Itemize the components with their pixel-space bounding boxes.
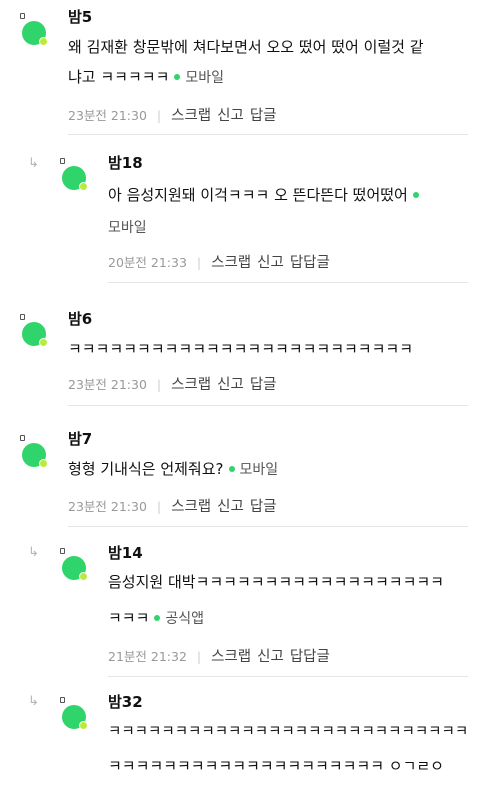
reply-button[interactable]: 답글 <box>250 377 277 393</box>
avatar-icon[interactable] <box>20 13 54 47</box>
comment-text: 아 음성지원돼 이걱ㅋㅋㅋ 오 뜬다뜬다 떴어떴어 <box>108 180 424 210</box>
source-dot-icon <box>174 73 181 80</box>
comment-text: 모바일 <box>108 212 147 243</box>
comment-meta: 20분전 21:33 | 스크랩 신고 답답글 <box>108 251 336 272</box>
scrap-button[interactable]: 스크랩 <box>171 377 211 393</box>
comment-source: 모바일 <box>185 70 225 86</box>
comment-text: ㅋㅋㅋ 공식앱 <box>108 603 204 634</box>
comment-text: 음성지원 대박ㅋㅋㅋㅋㅋㅋㅋㅋㅋㅋㅋㅋㅋㅋㅋㅋㅋㅋ <box>108 567 444 597</box>
avatar-icon[interactable] <box>60 158 94 192</box>
comment-time: 23분전 21:30 <box>68 377 147 392</box>
comment-text: ㅋㅋㅋㅋㅋㅋㅋㅋㅋㅋㅋㅋㅋㅋㅋㅋㅋㅋㅋㅋ ㅇㄱㄹㅇ <box>108 751 444 781</box>
report-button[interactable]: 신고 <box>217 377 244 393</box>
comment-text-line: ㅋㅋㅋ <box>108 609 150 627</box>
comment-meta: 23분전 21:30 | 스크랩 신고 답글 <box>68 495 283 516</box>
comment-nickname[interactable]: 밤5 <box>68 6 92 27</box>
divider-bar: | <box>196 649 202 664</box>
comment-divider <box>108 282 468 283</box>
source-dot-icon <box>228 465 235 472</box>
comment-meta: 21분전 21:32 | 스크랩 신고 답답글 <box>108 645 336 666</box>
comment-text-line: ㅋㅋㅋㅋㅋㅋㅋㅋㅋㅋㅋㅋㅋㅋㅋㅋㅋㅋㅋㅋㅋㅋㅋㅋㅋ <box>68 340 414 358</box>
divider-bar: | <box>156 108 162 123</box>
comment-text: 냐고 ㅋㅋㅋㅋㅋ 모바일 <box>68 62 224 93</box>
avatar-icon[interactable] <box>60 697 94 731</box>
reply-button[interactable]: 답답글 <box>290 255 330 271</box>
source-dot-icon <box>154 614 161 621</box>
comment-nickname[interactable]: 밤18 <box>108 152 143 173</box>
comment-text: 형형 기내식은 언제줘요? 모바일 <box>68 454 278 485</box>
comment-nickname[interactable]: 밤6 <box>68 308 92 329</box>
comment-text: ㅋㅋㅋㅋㅋㅋㅋㅋㅋㅋㅋㅋㅋㅋㅋㅋㅋㅋㅋㅋㅋㅋㅋㅋㅋㅋㅋ <box>108 717 468 747</box>
comment-time: 23분전 21:30 <box>68 499 147 514</box>
report-button[interactable]: 신고 <box>257 649 284 665</box>
comment-text: ㅋㅋㅋㅋㅋㅋㅋㅋㅋㅋㅋㅋㅋㅋㅋㅋㅋㅋㅋㅋㅋㅋㅋㅋㅋ <box>68 334 413 364</box>
reply-arrow-icon: ↳ <box>28 694 39 709</box>
divider-bar: | <box>156 377 162 392</box>
divider-bar: | <box>196 255 202 270</box>
comment-text-line: 음성지원 대박ㅋㅋㅋㅋㅋㅋㅋㅋㅋㅋㅋㅋㅋㅋㅋㅋㅋㅋ <box>108 573 444 591</box>
comment-divider <box>68 405 468 406</box>
comment-text-line: 냐고 ㅋㅋㅋㅋㅋ <box>68 68 170 86</box>
comment-text-line: 왜 김재환 창문밖에 쳐다보면서 오오 떴어 떴어 이럴것 같 <box>68 38 424 56</box>
report-button[interactable]: 신고 <box>257 255 284 271</box>
scrap-button[interactable]: 스크랩 <box>171 108 211 124</box>
comment-meta: 23분전 21:30 | 스크랩 신고 답글 <box>68 104 283 125</box>
reply-arrow-icon: ↳ <box>28 156 39 171</box>
comment-text-line: ㅋㅋㅋㅋㅋㅋㅋㅋㅋㅋㅋㅋㅋㅋㅋㅋㅋㅋㅋㅋ ㅇㄱㄹㅇ <box>108 757 444 775</box>
reply-button[interactable]: 답답글 <box>290 649 330 665</box>
scrap-button[interactable]: 스크랩 <box>211 649 251 665</box>
comment-source: 모바일 <box>108 220 147 236</box>
comment-text: 왜 김재환 창문밖에 쳐다보면서 오오 떴어 떴어 이럴것 같 <box>68 32 424 62</box>
comment-time: 21분전 21:32 <box>108 649 187 664</box>
reply-arrow-icon: ↳ <box>28 545 39 560</box>
comment-nickname[interactable]: 밤32 <box>108 691 143 712</box>
comment-source: 공식앱 <box>165 611 205 627</box>
avatar-icon[interactable] <box>60 548 94 582</box>
avatar-icon[interactable] <box>20 314 54 348</box>
comment-meta: 23분전 21:30 | 스크랩 신고 답글 <box>68 373 283 394</box>
comment-divider <box>108 676 468 677</box>
report-button[interactable]: 신고 <box>217 499 244 515</box>
comment-divider <box>68 134 468 135</box>
comment-text-line: 형형 기내식은 언제줘요? <box>68 460 224 478</box>
report-button[interactable]: 신고 <box>217 108 244 124</box>
comment-nickname[interactable]: 밤7 <box>68 428 92 449</box>
scrap-button[interactable]: 스크랩 <box>171 499 211 515</box>
divider-bar: | <box>156 499 162 514</box>
comment-nickname[interactable]: 밤14 <box>108 542 143 563</box>
reply-button[interactable]: 답글 <box>250 499 277 515</box>
comment-time: 23분전 21:30 <box>68 108 147 123</box>
source-dot-icon <box>412 191 419 198</box>
reply-button[interactable]: 답글 <box>250 108 277 124</box>
scrap-button[interactable]: 스크랩 <box>211 255 251 271</box>
comment-source: 모바일 <box>239 462 279 478</box>
comment-divider <box>68 526 468 527</box>
comment-text-line: ㅋㅋㅋㅋㅋㅋㅋㅋㅋㅋㅋㅋㅋㅋㅋㅋㅋㅋㅋㅋㅋㅋㅋㅋㅋㅋㅋ <box>108 724 469 740</box>
avatar-icon[interactable] <box>20 435 54 469</box>
comment-thread: 밤5 왜 김재환 창문밖에 쳐다보면서 오오 떴어 떴어 이럴것 같 냐고 ㅋㅋ… <box>0 0 480 786</box>
comment-time: 20분전 21:33 <box>108 255 187 270</box>
comment-text-line: 아 음성지원돼 이걱ㅋㅋㅋ 오 뜬다뜬다 떴어떴어 <box>108 186 408 204</box>
